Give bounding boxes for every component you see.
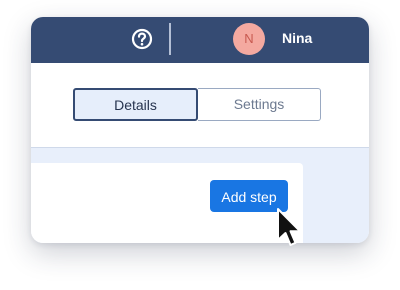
top-bar: N Nina — [31, 17, 369, 63]
tabs-area: Details Settings — [31, 63, 369, 148]
arrow-pointer-icon — [276, 207, 302, 249]
question-circle-icon[interactable] — [131, 28, 153, 50]
tab-settings[interactable]: Settings — [198, 88, 321, 121]
user-name[interactable]: Nina — [282, 30, 312, 46]
header-divider — [169, 23, 171, 55]
tab-details[interactable]: Details — [73, 88, 198, 121]
screenshot-stage: N Nina Details Settings Add step — [0, 0, 400, 290]
avatar[interactable]: N — [233, 23, 265, 55]
app-card: N Nina Details Settings Add step — [31, 17, 369, 243]
